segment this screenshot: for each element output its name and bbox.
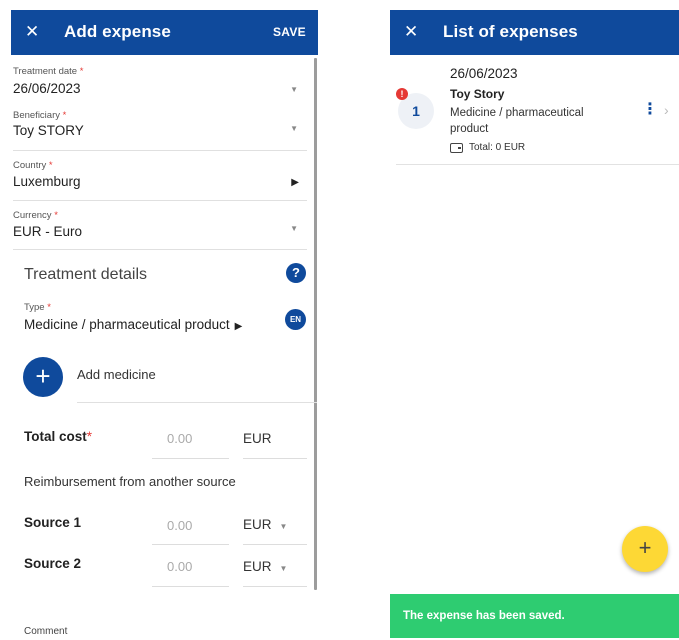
type-value: Medicine / pharmaceutical product: [24, 317, 230, 332]
country-value: Luxemburg: [13, 174, 81, 189]
triangle-right-icon[interactable]: ▶: [235, 321, 243, 332]
input-underline: [243, 544, 307, 545]
dropdown-arrow-icon: ▼: [279, 522, 288, 531]
source-1-currency-select[interactable]: EUR ▼: [243, 517, 287, 532]
save-button[interactable]: SAVE: [273, 25, 306, 39]
input-underline: [152, 586, 229, 587]
dropdown-arrow-icon[interactable]: ▼: [290, 85, 298, 94]
more-options-icon[interactable]: ⋮: [642, 102, 658, 118]
divider: [77, 402, 317, 403]
divider: [13, 150, 307, 151]
dropdown-arrow-icon[interactable]: ▼: [290, 124, 298, 133]
type-field[interactable]: Type * Medicine / pharmaceutical product…: [24, 302, 304, 332]
total-cost-currency[interactable]: EUR: [243, 431, 272, 446]
expense-beneficiary: Toy Story: [450, 87, 505, 101]
treatment-details-heading: Treatment details: [24, 266, 148, 283]
success-snackbar: The expense has been saved.: [390, 594, 679, 638]
input-underline: [243, 458, 307, 459]
input-underline: [152, 544, 229, 545]
close-icon[interactable]: ✕: [25, 23, 39, 41]
wallet-icon: [450, 142, 463, 153]
input-underline: [243, 586, 307, 587]
currency-field[interactable]: Currency * EUR - Euro ▼: [13, 210, 298, 239]
required-marker: *: [62, 110, 67, 121]
total-cost-input[interactable]: 0.00: [152, 431, 229, 446]
add-medicine-label[interactable]: Add medicine: [77, 367, 156, 382]
country-field[interactable]: Country * Luxemburg ▶: [13, 160, 299, 189]
form-scrollbar[interactable]: [314, 58, 317, 590]
input-underline: [152, 458, 229, 459]
page-title: List of expenses: [443, 22, 578, 41]
language-badge[interactable]: EN: [285, 309, 306, 330]
dropdown-arrow-icon: ▼: [279, 564, 288, 573]
add-medicine-button[interactable]: +: [23, 357, 63, 397]
treatment-date-value: 26/06/2023: [13, 81, 81, 96]
treatment-date-label: Treatment date: [13, 66, 78, 77]
currency-value: EUR - Euro: [13, 224, 83, 239]
comment-label: Comment: [24, 626, 68, 637]
dropdown-arrow-icon[interactable]: ▼: [290, 224, 298, 233]
add-expense-fab[interactable]: +: [622, 526, 668, 572]
country-label: Country: [13, 160, 47, 171]
beneficiary-field[interactable]: Beneficiary * Toy STORY ▼: [13, 110, 298, 138]
alert-icon: !: [396, 88, 408, 100]
required-marker: *: [79, 66, 84, 77]
source-1-label: Source 1: [24, 515, 82, 530]
source-1-input[interactable]: 0.00: [152, 518, 229, 533]
source-2-currency-select[interactable]: EUR ▼: [243, 559, 287, 574]
currency-label: Currency: [13, 210, 52, 221]
source-2-label: Source 2: [24, 556, 82, 571]
help-icon[interactable]: ?: [286, 263, 306, 283]
treatment-date-field[interactable]: Treatment date * 26/06/2023 ▼: [13, 66, 298, 96]
triangle-right-icon[interactable]: ▶: [291, 177, 299, 188]
expense-date: 26/06/2023: [450, 66, 518, 81]
source-2-input[interactable]: 0.00: [152, 559, 229, 574]
expense-total: Total: 0 EUR: [450, 142, 525, 153]
required-marker: *: [54, 210, 58, 221]
required-marker: *: [48, 160, 53, 171]
beneficiary-label: Beneficiary: [13, 110, 60, 121]
divider: [13, 249, 307, 250]
beneficiary-value: Toy STORY: [13, 123, 84, 138]
close-icon[interactable]: ✕: [404, 23, 418, 41]
required-marker: *: [47, 302, 51, 313]
expense-type: Medicine / pharmaceutical product: [450, 107, 584, 135]
required-marker: *: [86, 429, 93, 444]
page-title: Add expense: [64, 22, 171, 41]
reimbursement-heading: Reimbursement from another source: [24, 474, 236, 489]
add-expense-appbar: ✕ Add expense SAVE: [11, 10, 318, 55]
chevron-right-icon[interactable]: ›: [664, 102, 669, 118]
type-label: Type: [24, 302, 45, 313]
total-cost-label: Total cost*: [24, 429, 93, 444]
divider: [13, 200, 307, 201]
expense-list-appbar: ✕ List of expenses: [390, 10, 679, 55]
